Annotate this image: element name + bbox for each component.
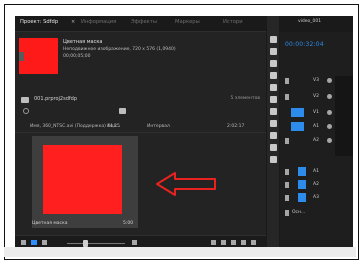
slip-tool-icon[interactable]	[270, 108, 277, 115]
new-bin-icon[interactable]	[119, 108, 126, 114]
bottom-strip	[4, 247, 356, 257]
source-patch-v1[interactable]	[291, 108, 304, 117]
tab-history[interactable]: Истори	[223, 19, 243, 25]
list-header: Имя, 360_NTSC.avi (Поддержка) Кол... 44,…	[15, 123, 266, 133]
clear-icon[interactable]	[241, 240, 246, 245]
clip-name: Цветная маска	[63, 39, 103, 45]
folder-icon	[21, 97, 29, 103]
hand-tool-icon[interactable]	[270, 144, 277, 151]
arrow-shape	[156, 172, 216, 196]
toggle-output-icon[interactable]	[327, 110, 332, 115]
playhead-timecode[interactable]: 00:00:32:04	[285, 41, 324, 48]
color-matte-tile[interactable]	[32, 136, 138, 228]
master-track-label: Осн...	[292, 210, 306, 215]
track-target-a3[interactable]	[298, 193, 306, 202]
toggle-output-icon[interactable]	[327, 78, 332, 83]
track-target-a2[interactable]	[298, 180, 306, 189]
new-bin-bottom-icon[interactable]	[211, 240, 216, 245]
search-row	[15, 107, 266, 118]
rolling-edit-tool-icon[interactable]	[270, 72, 277, 79]
ripple-edit-tool-icon[interactable]	[270, 60, 277, 67]
red-arrow-annotation	[156, 172, 216, 196]
rate-stretch-tool-icon[interactable]	[270, 84, 277, 91]
track-label: A3	[313, 195, 319, 200]
color-matte-thumbnail[interactable]	[43, 145, 122, 214]
project-file-name: 001.prproj2sdfdp	[34, 96, 77, 102]
tab-effects[interactable]: Эффекты	[131, 19, 157, 25]
zoom-slider-track[interactable]	[67, 243, 125, 244]
play-thumbnail-icon[interactable]	[19, 52, 24, 61]
track-lock-icon[interactable]	[285, 182, 289, 188]
track-row: A1	[280, 167, 353, 177]
zoom-tool-icon[interactable]	[270, 156, 277, 163]
sequence-tab[interactable]: video_001	[298, 19, 321, 24]
track-label: A1	[313, 124, 319, 129]
clip-metadata: Неподвижное изображение, 720 x 576 (1,09…	[63, 47, 176, 52]
track-lock-icon[interactable]	[285, 195, 289, 201]
track-row: A2	[280, 180, 353, 190]
timeline-track-area[interactable]	[335, 76, 353, 156]
mute-icon[interactable]	[327, 138, 332, 143]
source-patch-a1[interactable]	[291, 122, 304, 131]
track-label: A1	[313, 169, 319, 174]
column-fps[interactable]: 44,25	[107, 124, 120, 129]
tile-duration: 5:00	[123, 221, 134, 226]
track-label: V1	[313, 110, 319, 115]
tile-label: Цветная маска	[32, 221, 68, 226]
razor-tool-icon[interactable]	[270, 96, 277, 103]
tab-project[interactable]: Проект: Sdfdp	[20, 19, 58, 25]
trash-icon[interactable]	[251, 240, 256, 245]
tab-info[interactable]: Информация	[81, 19, 116, 25]
track-label: A2	[313, 182, 319, 187]
premiere-window: Проект: Sdfdp × Информация Эффекты Марке…	[15, 16, 353, 248]
column-duration[interactable]: 2:02:17	[227, 124, 244, 129]
track-lock-icon[interactable]	[285, 169, 289, 175]
toggle-output-icon[interactable]	[327, 94, 332, 99]
timeline-tab-bar: video_001	[280, 16, 353, 32]
item-count: 5 элементов	[230, 96, 260, 101]
slide-tool-icon[interactable]	[270, 120, 277, 127]
track-label: V3	[313, 78, 319, 83]
track-lock-icon[interactable]	[285, 78, 289, 84]
new-item-icon[interactable]	[231, 240, 236, 245]
project-panel: Проект: Sdfdp × Информация Эффекты Марке…	[15, 16, 266, 248]
column-media[interactable]: Интервал	[147, 124, 170, 129]
clip-preview-thumbnail	[19, 38, 58, 74]
selection-tool-icon[interactable]	[270, 36, 277, 43]
clip-timecode: 00;00;05;00	[63, 54, 91, 59]
track-row: A3	[280, 193, 353, 203]
search-icon	[23, 108, 29, 114]
search-input[interactable]	[31, 108, 111, 116]
sort-icon[interactable]	[132, 240, 137, 245]
pen-tool-icon[interactable]	[270, 132, 277, 139]
mute-icon[interactable]	[327, 124, 332, 129]
icon-view-icon[interactable]	[42, 240, 47, 245]
track-select-tool-icon[interactable]	[270, 48, 277, 55]
panel-tabs: Проект: Sdfdp × Информация Эффекты Марке…	[15, 16, 266, 32]
track-label: A2	[313, 138, 319, 143]
track-row: Осн...	[280, 208, 353, 218]
close-icon[interactable]: ×	[71, 19, 75, 25]
project-file-row: 001.prproj2sdfdp 5 элементов	[15, 96, 266, 107]
timeline-panel: video_001 00:00:32:04 V3 V2 V1 A1 A2 A1 …	[280, 16, 353, 248]
list-view-icon[interactable]	[31, 240, 37, 245]
find-icon[interactable]	[221, 240, 226, 245]
track-target-a1[interactable]	[298, 167, 306, 176]
tools-panel	[266, 16, 280, 248]
track-label: V2	[313, 94, 319, 99]
zoom-slider-handle[interactable]	[83, 240, 88, 247]
track-lock-icon[interactable]	[285, 210, 289, 216]
lock-icon[interactable]	[21, 240, 26, 245]
track-lock-icon[interactable]	[285, 138, 289, 144]
tab-markers[interactable]: Маркеры	[175, 19, 200, 25]
track-lock-icon[interactable]	[285, 94, 289, 100]
